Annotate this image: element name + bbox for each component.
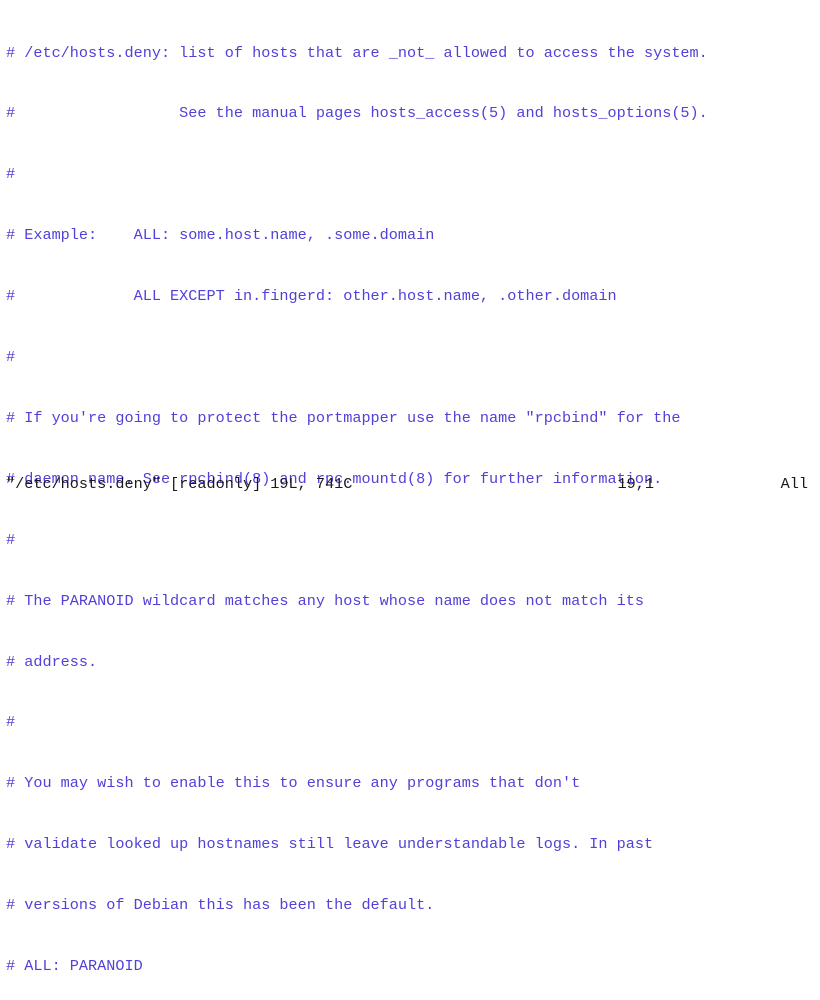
comment-line: # [6, 164, 814, 184]
comment-line: # [6, 530, 814, 550]
comment-line: # versions of Debian this has been the d… [6, 895, 814, 915]
status-file-info: "/etc/hosts.deny" [readonly] 19L, 741C [6, 474, 352, 494]
comment-line: # You may wish to enable this to ensure … [6, 773, 814, 793]
comment-line: # Example: ALL: some.host.name, .some.do… [6, 225, 814, 245]
comment-line: # See the manual pages hosts_access(5) a… [6, 103, 814, 123]
comment-line: # ALL: PARANOID [6, 956, 814, 976]
comment-line: # The PARANOID wildcard matches any host… [6, 591, 814, 611]
comment-line: # ALL EXCEPT in.fingerd: other.host.name… [6, 286, 814, 306]
status-scroll-percent: All [781, 474, 808, 494]
comment-line: # [6, 347, 814, 367]
editor-viewport[interactable]: # /etc/hosts.deny: list of hosts that ar… [6, 2, 814, 500]
comment-line: # /etc/hosts.deny: list of hosts that ar… [6, 43, 814, 63]
status-cursor-position: 19,1 [618, 474, 654, 494]
comment-line: # address. [6, 652, 814, 672]
comment-line: # If you're going to protect the portmap… [6, 408, 814, 428]
comment-line: # validate looked up hostnames still lea… [6, 834, 814, 854]
status-bar: "/etc/hosts.deny" [readonly] 19L, 741C 1… [6, 474, 814, 494]
comment-line: # [6, 712, 814, 732]
